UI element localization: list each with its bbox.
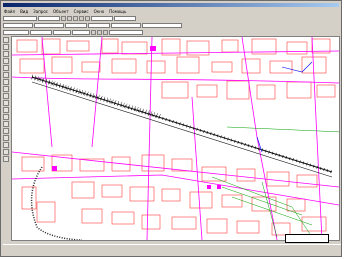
zoom-in-button[interactable]	[79, 16, 84, 21]
toolbar-field[interactable]	[30, 30, 52, 35]
delete-tool-icon[interactable]	[3, 100, 9, 106]
map-canvas[interactable]	[11, 36, 340, 241]
menu-item-object[interactable]: Объект	[52, 8, 70, 15]
pointer-tool-icon[interactable]	[3, 37, 9, 43]
measure-tool-icon[interactable]	[3, 86, 9, 92]
toolbar-field[interactable]	[72, 30, 90, 35]
toolbar-field[interactable]	[142, 23, 182, 28]
toolbar-field[interactable]	[53, 30, 71, 35]
search-tool-icon[interactable]	[3, 142, 9, 148]
water-layer	[256, 61, 313, 153]
toolbar-field[interactable]	[111, 23, 141, 28]
toolbar-field[interactable]	[34, 23, 64, 28]
text-tool-icon[interactable]	[3, 79, 9, 85]
menu-item-file[interactable]: Файл	[3, 8, 16, 15]
open-button[interactable]	[61, 16, 66, 21]
mode-field[interactable]	[91, 16, 113, 21]
save-button[interactable]	[67, 16, 72, 21]
map-drawing	[12, 37, 339, 240]
toolbar-field[interactable]	[65, 23, 87, 28]
layer-tool-icon[interactable]	[3, 128, 9, 134]
toolbar-row-3	[3, 29, 143, 36]
toggle-button[interactable]	[91, 30, 96, 35]
toggle-button[interactable]	[103, 30, 108, 35]
toolbar-field[interactable]	[3, 30, 29, 35]
toolbar-row-1	[3, 15, 136, 22]
menu-item-query[interactable]: Запрос	[32, 8, 49, 15]
toolbar-field[interactable]	[3, 23, 33, 28]
rotate-tool-icon[interactable]	[3, 114, 9, 120]
status-bar	[3, 244, 341, 256]
zoom-out-button[interactable]	[85, 16, 90, 21]
app-window: Файл Вид Запрос Объект Сервис Окно Помощ…	[0, 0, 342, 257]
menu-item-service[interactable]: Сервис	[73, 8, 90, 15]
move-tool-icon[interactable]	[3, 107, 9, 113]
road-layer	[12, 37, 339, 240]
layer-field[interactable]	[3, 16, 37, 21]
map-label-box	[285, 234, 329, 243]
toolbar-row-2	[3, 22, 182, 29]
tool-palette	[3, 37, 10, 237]
settings-tool-icon[interactable]	[3, 156, 9, 162]
menu-item-help[interactable]: Помощь	[108, 8, 127, 15]
menu-item-window[interactable]: Окно	[93, 8, 106, 15]
toolbar-field[interactable]	[88, 23, 110, 28]
polygon-tool-icon[interactable]	[3, 65, 9, 71]
print-tool-icon[interactable]	[3, 149, 9, 155]
line-tool-icon[interactable]	[3, 58, 9, 64]
title-bar	[3, 3, 339, 7]
scale-field[interactable]	[38, 16, 60, 21]
point-tool-icon[interactable]	[3, 72, 9, 78]
toolbar-field[interactable]	[109, 30, 143, 35]
toggle-button[interactable]	[97, 30, 102, 35]
print-button[interactable]	[73, 16, 78, 21]
object-field[interactable]	[114, 16, 136, 21]
info-tool-icon[interactable]	[3, 135, 9, 141]
zoom-tool-icon[interactable]	[3, 51, 9, 57]
parcel-layer	[211, 126, 339, 238]
menu-bar: Файл Вид Запрос Объект Сервис Окно Помощ…	[3, 8, 143, 15]
copy-tool-icon[interactable]	[3, 121, 9, 127]
pan-tool-icon[interactable]	[3, 44, 9, 50]
menu-item-view[interactable]: Вид	[19, 8, 29, 15]
select-tool-icon[interactable]	[3, 93, 9, 99]
